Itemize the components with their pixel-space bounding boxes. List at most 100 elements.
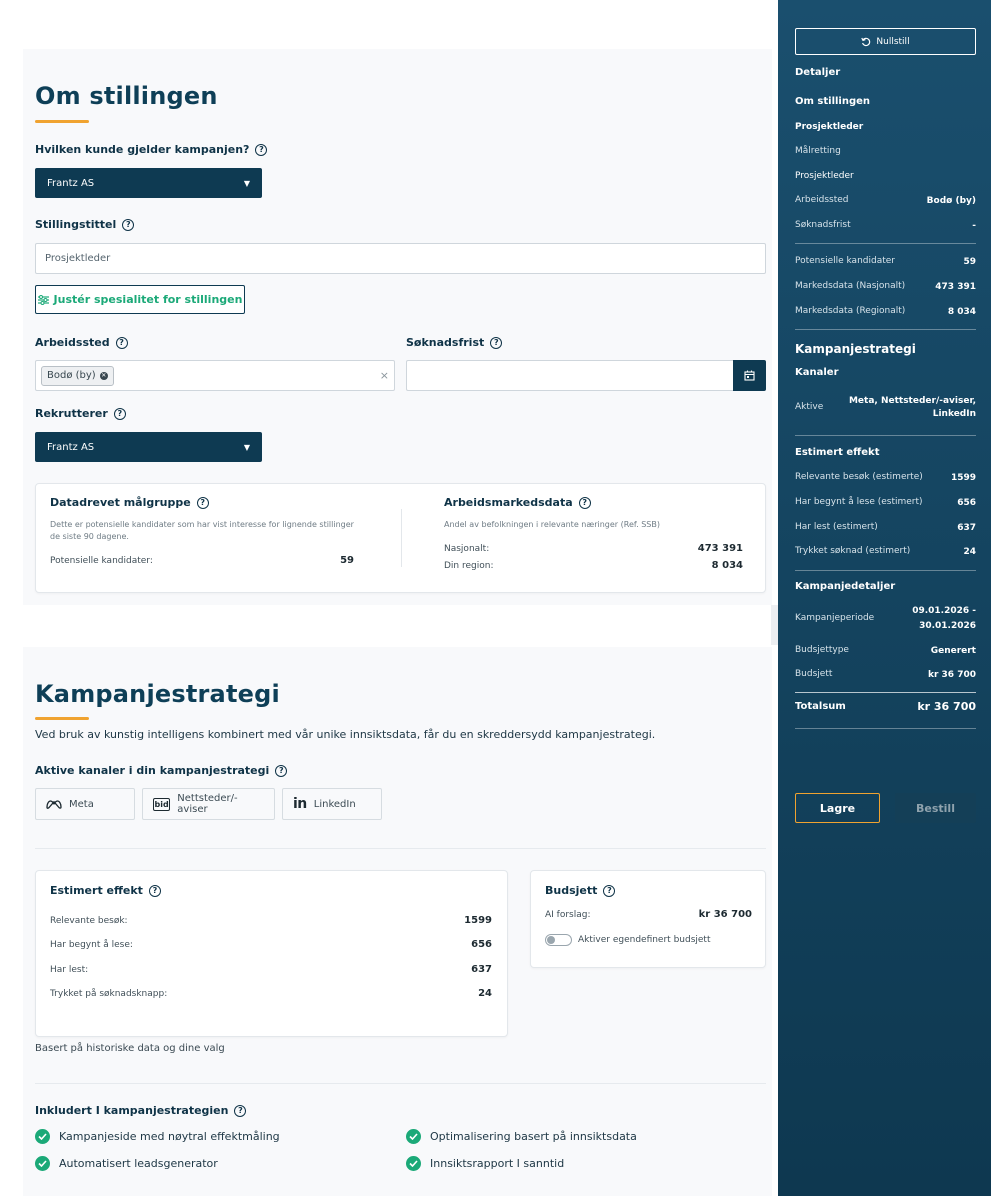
clear-icon[interactable]: ×	[380, 369, 389, 382]
caret-down-icon: ▼	[243, 178, 250, 188]
bestill-button[interactable]: Bestill	[895, 793, 976, 823]
kandidater-label: Potensielle kandidater:	[50, 556, 153, 566]
malretting-value: Prosjektleder	[795, 171, 854, 181]
title-underline	[35, 120, 89, 123]
est-row-value: 24	[963, 547, 976, 557]
aktive-value-line2: LinkedIn	[932, 409, 976, 419]
kunde-select[interactable]: Frantz AS ▼	[35, 168, 262, 198]
reset-button[interactable]: Nullstill	[795, 28, 976, 55]
help-icon[interactable]: ?	[275, 764, 288, 777]
page-title: Om stillingen	[35, 82, 218, 110]
soknadsfrist-label-text: Søknadsfrist	[406, 336, 485, 349]
stillingstittel-label: Stillingstittel ?	[35, 218, 135, 231]
rekrutterer-label: Rekrutterer ?	[35, 407, 126, 420]
inkludert-item: Innsiktsrapport I sanntid	[406, 1156, 564, 1171]
effekt-row-value: 24	[478, 988, 492, 999]
markedsdata-nasjonalt-label: Markedsdata (Nasjonalt)	[795, 281, 906, 291]
budsjett-title: Budsjett ?	[545, 884, 616, 897]
sidebar-divider	[795, 692, 976, 693]
inkludert-item-label: Kampanjeside med nøytral effektmåling	[59, 1130, 280, 1143]
main-content: Om stillingen Hvilken kunde gjelder kamp…	[0, 0, 778, 1196]
stillingstittel-input[interactable]: Prosjektleder	[35, 243, 766, 274]
detaljer-heading: Detaljer	[795, 67, 841, 78]
rekrutterer-select-value: Frantz AS	[47, 441, 95, 453]
soknadsfrist-input[interactable]	[406, 360, 733, 391]
channel-linkedin[interactable]: in LinkedIn	[282, 788, 382, 820]
soknadsfrist-label: Søknadsfrist ?	[406, 336, 503, 349]
help-icon[interactable]: ?	[490, 336, 503, 349]
sidebar-divider	[795, 570, 976, 571]
est-row-label: Har lest (estimert)	[795, 522, 878, 532]
rekrutterer-select[interactable]: Frantz AS ▼	[35, 432, 262, 462]
check-icon	[406, 1156, 421, 1171]
budsjettype-value: Generert	[930, 646, 976, 656]
help-icon[interactable]: ?	[234, 1104, 247, 1117]
kampanjestrategi-section: Kampanjestrategi Ved bruk av kunstig int…	[23, 647, 772, 1196]
arbeidssted-chip[interactable]: Bodø (by) ✕	[41, 365, 114, 386]
help-icon[interactable]: ?	[122, 218, 135, 231]
arbeidssted-label-text: Arbeidssted	[35, 336, 110, 349]
kampanjestrategi-heading: Kampanjestrategi	[795, 342, 916, 356]
markedsdata-nasjonalt-value: 473 391	[935, 282, 976, 292]
section-divider	[35, 1083, 766, 1084]
kunde-label: Hvilken kunde gjelder kampanjen? ?	[35, 143, 268, 156]
help-icon[interactable]: ?	[255, 143, 268, 156]
nasjonalt-value: 473 391	[697, 543, 743, 554]
help-icon[interactable]: ?	[148, 884, 161, 897]
help-icon[interactable]: ?	[578, 496, 591, 509]
inkludert-item-label: Optimalisering basert på innsiktsdata	[430, 1130, 637, 1143]
ai-forslag-value: kr 36 700	[698, 909, 752, 920]
chip-remove-icon[interactable]: ✕	[99, 371, 108, 380]
help-icon[interactable]: ?	[115, 336, 128, 349]
arbeidssted-label: Arbeidssted	[795, 195, 849, 205]
inkludert-item-label: Automatisert leadsgenerator	[59, 1157, 218, 1170]
est-row-label: Trykket søknad (estimert)	[795, 546, 911, 556]
effekt-note: Basert på historiske data og dine valg	[35, 1043, 225, 1054]
juster-spesialitet-button[interactable]: Justér spesialitet for stillingen	[35, 285, 245, 314]
kampanjeperiode-label: Kampanjeperiode	[795, 613, 875, 623]
region-label: Din region:	[444, 561, 494, 571]
channel-nettsteder[interactable]: bid Nettsteder/-aviser	[142, 788, 275, 820]
custom-budget-toggle[interactable]	[545, 934, 572, 946]
inkludert-label-text: Inkludert I kampanjestrategien	[35, 1104, 229, 1117]
scrollbar[interactable]	[771, 605, 778, 645]
effekt-row-value: 656	[471, 939, 492, 950]
malgruppe-title-text: Datadrevet målgruppe	[50, 496, 191, 509]
calendar-button[interactable]	[733, 360, 766, 391]
help-icon[interactable]: ?	[113, 407, 126, 420]
nasjonalt-label: Nasjonalt:	[444, 544, 490, 554]
toggle-label: Aktiver egendefinert budsjett	[578, 935, 711, 945]
kunde-select-value: Frantz AS	[47, 177, 95, 189]
stillingstittel-label-text: Stillingstittel	[35, 218, 117, 231]
sidebar-divider	[795, 435, 976, 436]
help-icon[interactable]: ?	[196, 496, 209, 509]
lagre-button[interactable]: Lagre	[795, 793, 880, 823]
malgruppe-description: Dette er potensielle kandidater som har …	[50, 520, 354, 541]
channel-meta[interactable]: Meta	[35, 788, 135, 820]
markedsdata-regionalt-label: Markedsdata (Regionalt)	[795, 306, 906, 316]
channel-label: Nettsteder/-aviser	[177, 793, 238, 815]
summary-sidebar: Nullstill Detaljer Om stillingen Prosjek…	[778, 0, 991, 1196]
check-icon	[35, 1156, 50, 1171]
sidebar-divider	[795, 243, 976, 244]
arbeidssted-input[interactable]: Bodø (by) ✕ ×	[35, 360, 395, 391]
card-divider	[401, 509, 402, 567]
reset-label: Nullstill	[876, 36, 910, 47]
arbeidsmarked-title: Arbeidsmarkedsdata ?	[444, 496, 591, 509]
kunde-label-text: Hvilken kunde gjelder kampanjen?	[35, 143, 250, 156]
totalsum-label: Totalsum	[795, 701, 846, 712]
sliders-icon	[37, 294, 49, 305]
inkludert-item: Automatisert leadsgenerator	[35, 1156, 218, 1171]
help-icon[interactable]: ?	[603, 884, 616, 897]
insight-card: Datadrevet målgruppe ? Dette er potensie…	[35, 483, 766, 593]
channel-label: LinkedIn	[313, 798, 356, 810]
effekt-row-label: Relevante besøk:	[50, 916, 128, 926]
check-icon	[406, 1129, 421, 1144]
arbeidssted-label: Arbeidssted ?	[35, 336, 128, 349]
reset-icon	[861, 37, 871, 46]
soknadsfrist-value: -	[972, 221, 976, 231]
effekt-title: Estimert effekt ?	[50, 884, 161, 897]
check-icon	[35, 1129, 50, 1144]
region-value: 8 034	[711, 560, 743, 571]
kampanjeperiode-start: 09.01.2026 -	[912, 606, 976, 616]
